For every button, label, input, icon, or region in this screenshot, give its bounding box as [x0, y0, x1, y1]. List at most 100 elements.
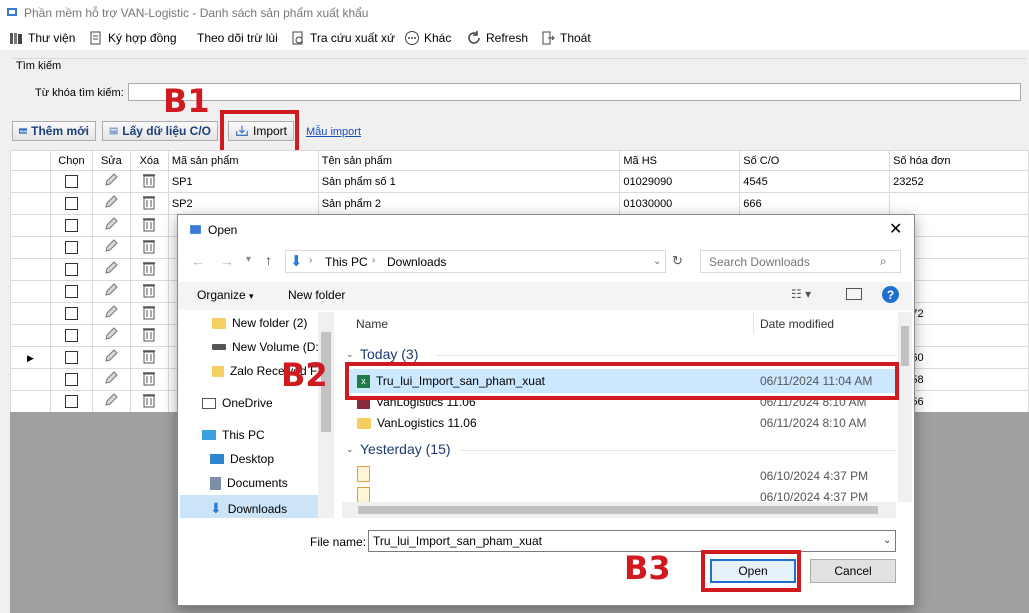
nav-onedrive[interactable]: OneDrive	[202, 396, 273, 410]
file-list-hscrollbar-thumb[interactable]	[358, 506, 878, 514]
edit-cell[interactable]	[91, 324, 131, 347]
select-checkbox[interactable]	[64, 285, 78, 298]
row-header-cell[interactable]	[10, 280, 51, 303]
refresh-icon[interactable]: ↻	[672, 253, 683, 269]
breadcrumb-downloads[interactable]: Downloads	[387, 255, 446, 269]
select-cell[interactable]	[49, 192, 93, 215]
product-name-cell[interactable]: Sản phẩm 2	[317, 192, 621, 215]
nav-desktop[interactable]: Desktop	[210, 452, 274, 466]
edit-cell[interactable]	[91, 280, 131, 303]
row-header-cell[interactable]	[10, 170, 51, 193]
organize-button[interactable]: Organize ▾	[197, 288, 254, 302]
file-row[interactable]	[357, 487, 376, 503]
product-code-cell[interactable]: SP2	[167, 192, 319, 215]
delete-cell[interactable]	[129, 324, 169, 347]
delete-cell[interactable]	[129, 280, 169, 303]
edit-cell[interactable]	[91, 214, 131, 237]
cancel-button[interactable]: Cancel	[810, 559, 896, 583]
invoice-number-cell[interactable]	[889, 192, 1029, 215]
edit-cell[interactable]	[91, 236, 131, 259]
search-downloads-input[interactable]	[700, 250, 901, 273]
row-header-cell[interactable]	[10, 214, 51, 237]
select-cell[interactable]	[49, 324, 93, 347]
menu-khac[interactable]: Khác	[404, 26, 451, 50]
delete-cell[interactable]	[129, 214, 169, 237]
nav-scrollbar[interactable]	[318, 312, 334, 518]
file-list-hscrollbar[interactable]	[342, 502, 896, 518]
breadcrumb-this-pc[interactable]: This PC	[325, 255, 368, 269]
row-header-cell[interactable]	[10, 258, 51, 281]
menu-thu-vien[interactable]: Thư viện	[8, 26, 75, 50]
get-co-button[interactable]: Lấy dữ liệu C/O	[102, 121, 218, 141]
table-row[interactable]: SP1 Sản phẩm số 1 01029090 4545 23252	[10, 170, 1029, 193]
chevron-down-icon[interactable]: ⌄	[346, 444, 354, 455]
select-cell[interactable]	[49, 236, 93, 259]
menu-tra-cuu-xuat-xu[interactable]: Tra cứu xuất xứ	[290, 26, 395, 50]
delete-cell[interactable]	[129, 302, 169, 325]
product-name-cell[interactable]: Sản phẩm số 1	[317, 170, 621, 193]
add-new-button[interactable]: NEW Thêm mới	[12, 121, 96, 141]
select-checkbox[interactable]	[64, 197, 78, 210]
select-cell[interactable]	[49, 390, 93, 413]
select-checkbox[interactable]	[64, 329, 78, 342]
file-name-dropdown-icon[interactable]: ⌄	[883, 535, 891, 546]
chevron-down-icon[interactable]: ⌄	[346, 349, 354, 360]
up-arrow-icon[interactable]: ↑	[265, 252, 272, 268]
select-cell[interactable]	[49, 214, 93, 237]
select-cell[interactable]	[49, 346, 93, 369]
col-header-xoa[interactable]: Xóa	[129, 150, 169, 171]
edit-cell[interactable]	[91, 368, 131, 391]
row-header-cell[interactable]	[10, 324, 51, 347]
file-row[interactable]	[357, 466, 376, 482]
select-cell[interactable]	[49, 368, 93, 391]
hs-code-cell[interactable]: 01029090	[619, 170, 741, 193]
delete-cell[interactable]	[129, 236, 169, 259]
select-checkbox[interactable]	[64, 263, 78, 276]
select-checkbox[interactable]	[64, 395, 78, 408]
address-dropdown-icon[interactable]: ⌄	[653, 256, 661, 267]
edit-cell[interactable]	[91, 192, 131, 215]
edit-cell[interactable]	[91, 346, 131, 369]
select-cell[interactable]	[49, 258, 93, 281]
menu-thoat[interactable]: Thoát	[540, 26, 591, 50]
invoice-number-cell[interactable]: 23252	[889, 170, 1029, 193]
select-cell[interactable]	[49, 170, 93, 193]
col-header-so-co[interactable]: Số C/O	[739, 150, 891, 171]
nav-new-folder-2[interactable]: New folder (2)	[212, 316, 307, 330]
delete-cell[interactable]	[129, 346, 169, 369]
group-yesterday[interactable]: Yesterday (15)	[360, 441, 451, 457]
col-header-chon[interactable]: Chọn	[49, 150, 93, 171]
delete-cell[interactable]	[129, 368, 169, 391]
menu-refresh[interactable]: Refresh	[466, 26, 528, 50]
col-header-ma-san-pham[interactable]: Mã sản phẩm	[167, 150, 319, 171]
select-checkbox[interactable]	[64, 351, 78, 364]
back-arrow-icon[interactable]: ←	[191, 253, 205, 269]
col-header-ma-hs[interactable]: Mã HS	[619, 150, 741, 171]
file-row[interactable]: VanLogistics 11.06	[357, 416, 477, 430]
nav-new-volume-d[interactable]: New Volume (D:	[212, 340, 319, 354]
keyword-input[interactable]	[128, 83, 1021, 101]
menu-theo-doi-tru-lui[interactable]: Theo dõi trừ lùi	[197, 26, 278, 50]
edit-cell[interactable]	[91, 390, 131, 413]
group-today[interactable]: Today (3)	[360, 346, 418, 362]
view-options-icon[interactable]: ☷ ▾	[791, 287, 811, 301]
select-checkbox[interactable]	[64, 373, 78, 386]
row-header-cell[interactable]	[10, 302, 51, 325]
row-header-cell[interactable]	[10, 368, 51, 391]
nav-documents[interactable]: Documents	[210, 476, 288, 490]
hs-code-cell[interactable]: 01030000	[619, 192, 741, 215]
select-checkbox[interactable]	[64, 175, 78, 188]
delete-cell[interactable]	[129, 192, 169, 215]
delete-cell[interactable]	[129, 258, 169, 281]
row-header-cell[interactable]	[10, 236, 51, 259]
product-code-cell[interactable]: SP1	[167, 170, 319, 193]
new-folder-button[interactable]: New folder	[288, 288, 345, 302]
co-number-cell[interactable]: 666	[739, 192, 891, 215]
edit-cell[interactable]	[91, 170, 131, 193]
nav-this-pc[interactable]: This PC	[202, 428, 265, 442]
file-list-scrollbar-thumb[interactable]	[901, 326, 909, 366]
row-header-cell[interactable]	[10, 192, 51, 215]
file-list-scrollbar[interactable]	[898, 312, 912, 502]
col-date-header[interactable]: Date modified	[760, 317, 834, 331]
row-header-cell[interactable]: ▶	[10, 346, 51, 369]
